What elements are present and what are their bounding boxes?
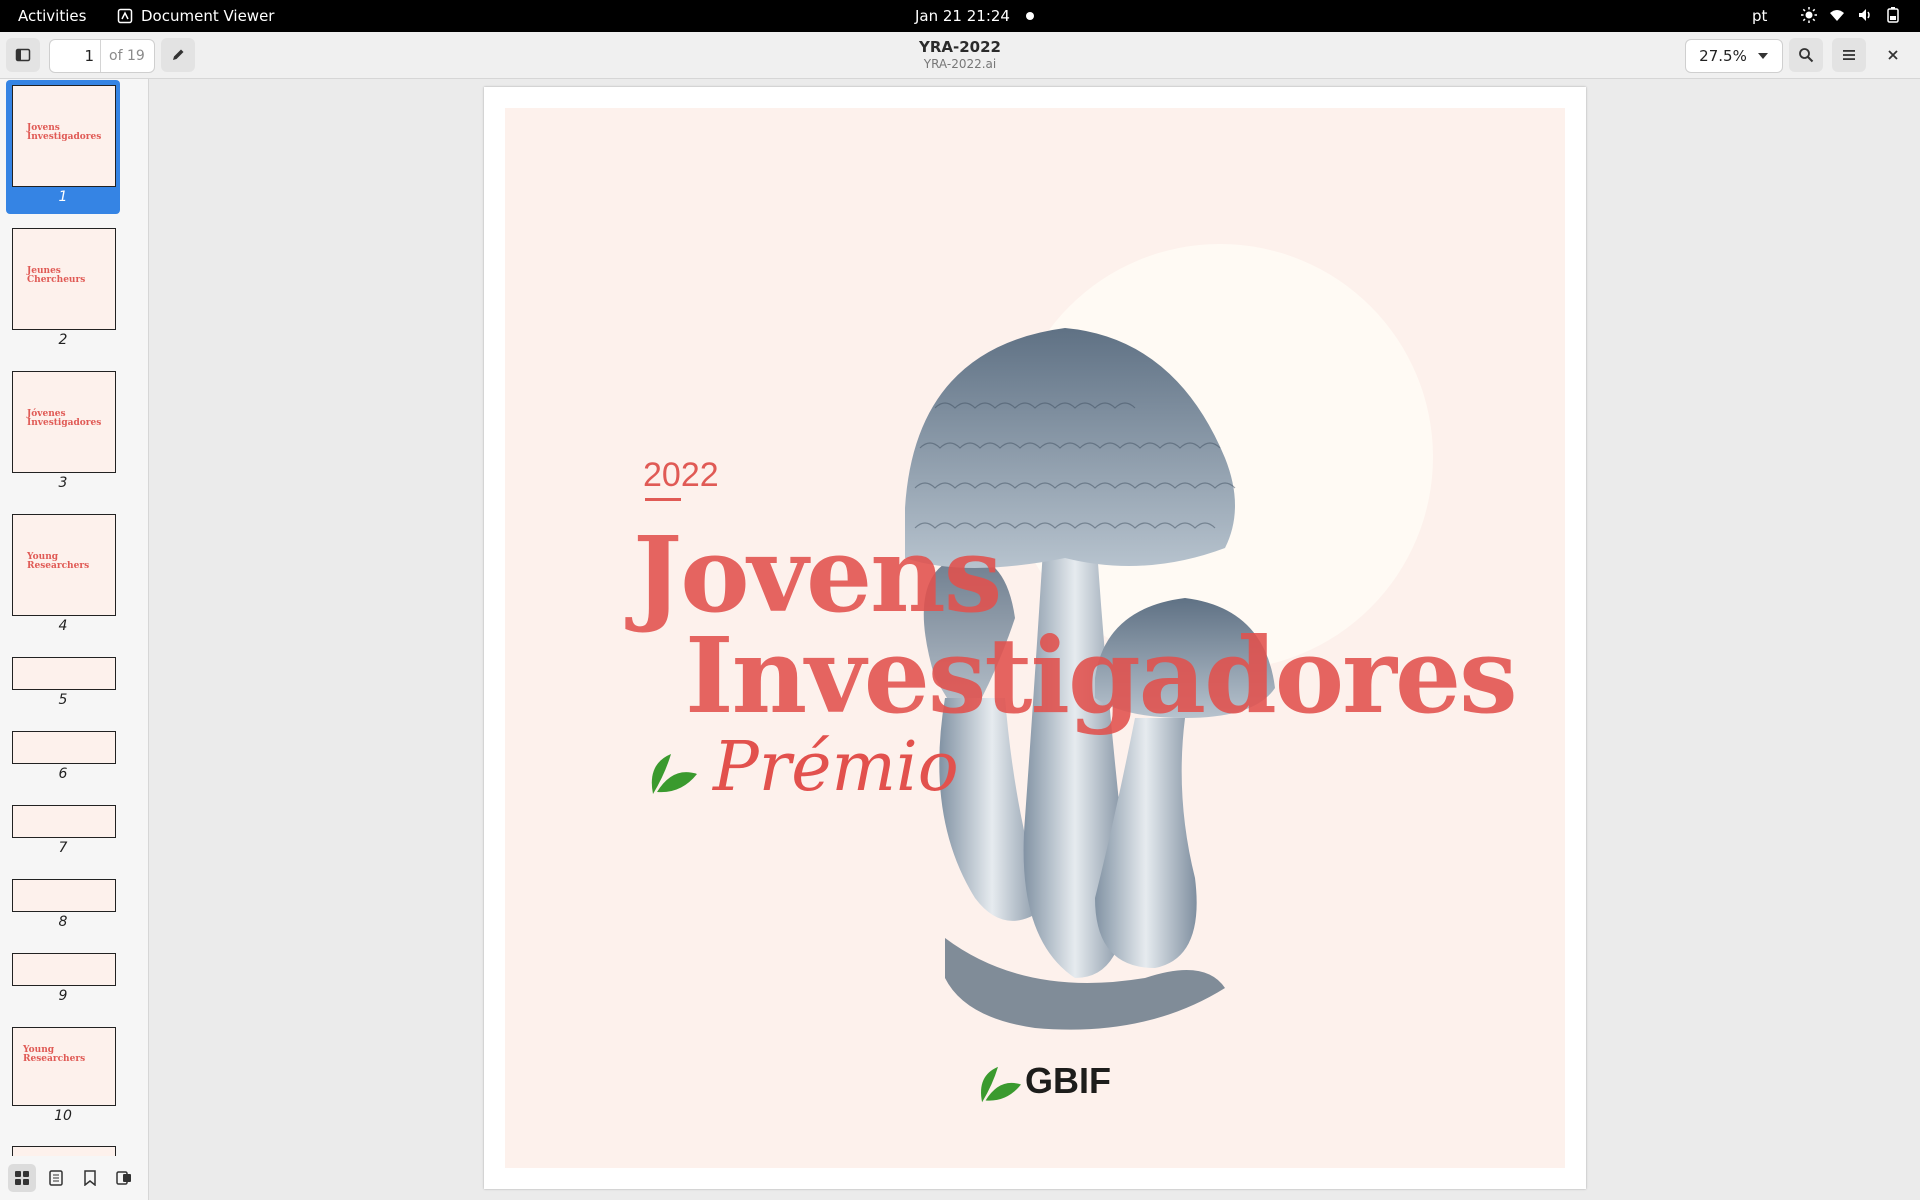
wifi-icon xyxy=(1828,6,1846,24)
battery-icon xyxy=(1884,6,1902,24)
annotations-icon xyxy=(116,1171,131,1185)
gbif-leaf-icon xyxy=(651,754,697,794)
document-title: YRA-2022 xyxy=(919,38,1001,56)
thumbnail-number: 1 xyxy=(58,189,68,205)
thumbnail-number: 8 xyxy=(58,914,68,930)
thumbnail-title: Jeunes Chercheurs xyxy=(27,266,86,285)
hamburger-menu-icon xyxy=(1843,50,1855,60)
volume-icon xyxy=(1856,6,1874,24)
grid-icon xyxy=(15,1171,29,1185)
system-top-bar: Activities Document Viewer Jan 21 21:24 … xyxy=(0,0,1920,32)
thumbnail-number: 2 xyxy=(58,332,68,348)
thumbnail-number: 7 xyxy=(58,840,68,856)
thumbnail-number: 6 xyxy=(58,766,68,782)
clock[interactable]: Jan 21 21:24 xyxy=(915,7,1010,25)
thumbnail-title: Young Researchers xyxy=(23,1045,86,1064)
close-window-button[interactable] xyxy=(1876,38,1910,72)
poster-title-line-2: Investigadores xyxy=(685,614,1518,737)
thumbnail-page-5[interactable] xyxy=(12,657,116,690)
thumbnail-page-1[interactable]: Jovens Investigadores xyxy=(12,85,116,187)
close-icon xyxy=(1888,50,1898,60)
app-menu[interactable]: Document Viewer xyxy=(117,7,274,25)
thumbnail-number: 3 xyxy=(58,475,68,491)
thumbnail-title: Jovens Investigadores xyxy=(27,123,102,142)
header-bar: 1 of 19 YRA-2022 YRA-2022.ai 27.5% xyxy=(0,32,1920,79)
zoom-value: 27.5% xyxy=(1699,47,1747,65)
thumbnail-page-3[interactable]: Jóvenes Investigadores xyxy=(12,371,116,473)
thumbnail-number: 9 xyxy=(58,988,68,1004)
gbif-logo: GBIF xyxy=(973,1058,1111,1104)
poster-subtitle: Prémio xyxy=(713,728,959,807)
thumbnail-title: Jóvenes Investigadores xyxy=(27,409,102,428)
document-filename: YRA-2022.ai xyxy=(923,57,997,71)
thumbnail-title: Young Researchers xyxy=(27,552,90,571)
search-icon xyxy=(1799,48,1814,63)
document-view[interactable]: 2022 Jovens Investigadores Prémio GBIF xyxy=(149,79,1920,1200)
main-menu-button[interactable] xyxy=(1832,38,1866,72)
thumbnail-sidebar[interactable]: Jovens Investigadores 1 Jeunes Chercheur… xyxy=(0,79,149,1200)
poster-artwork: 2022 Jovens Investigadores Prémio GBIF xyxy=(505,108,1565,1168)
thumbnail-page-10[interactable]: Young Researchers xyxy=(12,1027,116,1106)
system-tray[interactable] xyxy=(1800,6,1902,24)
bookmark-icon xyxy=(84,1170,96,1186)
poster-year: 2022 xyxy=(643,456,719,494)
input-language[interactable]: pt xyxy=(1752,7,1767,25)
tab-thumbnails[interactable] xyxy=(8,1164,36,1192)
tab-annotations[interactable] xyxy=(110,1164,138,1192)
app-name: Document Viewer xyxy=(141,7,275,25)
sidebar-tab-bar xyxy=(0,1156,148,1200)
thumbnail-number: 4 xyxy=(58,618,68,634)
gbif-leaf-icon xyxy=(981,1066,1021,1103)
zoom-select[interactable]: 27.5% xyxy=(1685,39,1783,73)
gbif-logo-text: GBIF xyxy=(1025,1060,1111,1101)
document-outline-icon xyxy=(49,1170,63,1186)
document-viewer-icon xyxy=(117,8,133,24)
document-page: 2022 Jovens Investigadores Prémio GBIF xyxy=(484,87,1586,1189)
thumbnail-page-7[interactable] xyxy=(12,805,116,838)
thumbnail-page-9[interactable] xyxy=(12,953,116,986)
notification-dot-icon xyxy=(1026,12,1034,20)
brightness-icon xyxy=(1800,6,1818,24)
tab-outline[interactable] xyxy=(42,1164,70,1192)
thumbnail-page-2[interactable]: Jeunes Chercheurs xyxy=(12,228,116,330)
year-underline xyxy=(645,498,681,501)
thumbnail-number: 10 xyxy=(54,1108,72,1124)
thumbnail-page-6[interactable] xyxy=(12,731,116,764)
activities-button[interactable]: Activities xyxy=(18,7,86,25)
chevron-down-icon xyxy=(1757,53,1768,59)
search-button[interactable] xyxy=(1789,38,1823,72)
tab-bookmarks[interactable] xyxy=(76,1164,104,1192)
thumbnail-number: 5 xyxy=(58,692,68,708)
thumbnail-page-4[interactable]: Young Researchers xyxy=(12,514,116,616)
thumbnail-page-8[interactable] xyxy=(12,879,116,912)
